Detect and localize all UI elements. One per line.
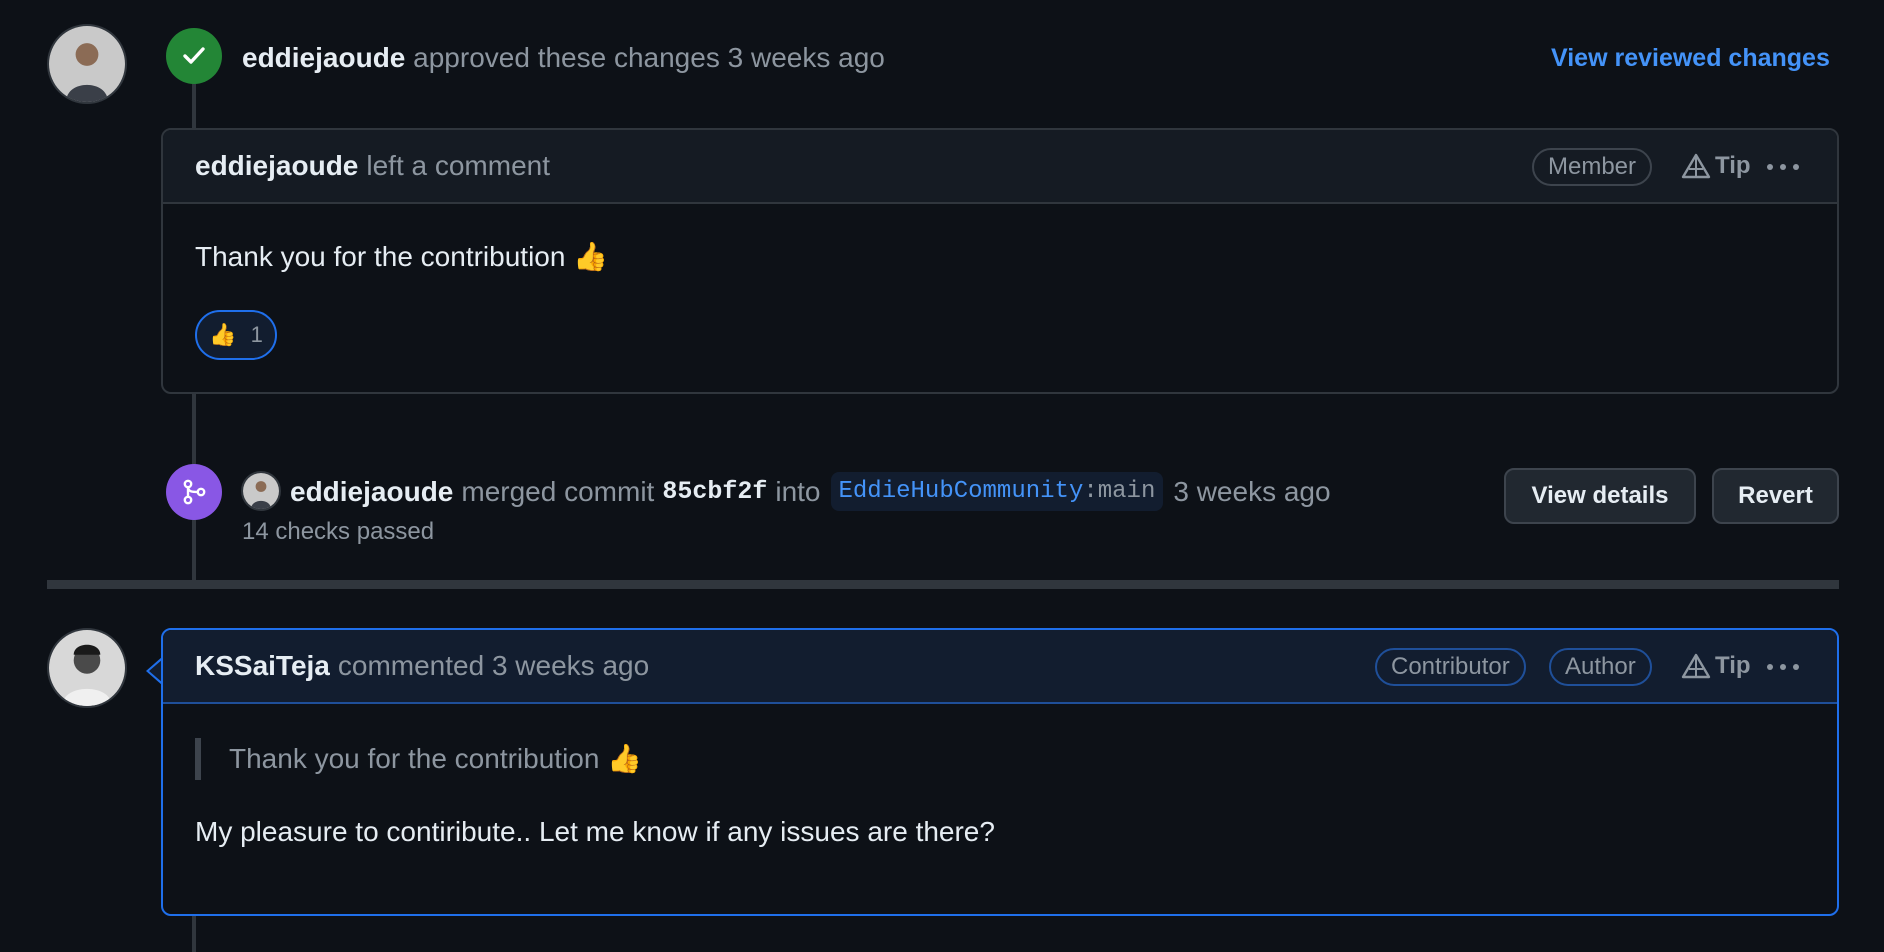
branch-name: main — [1097, 478, 1156, 505]
merge-author[interactable]: eddiejaoude — [290, 476, 453, 508]
comment-options-button[interactable] — [1763, 150, 1803, 184]
comment-header: eddiejaoude left a comment Member Tip — [163, 130, 1837, 204]
timeline-line — [192, 80, 196, 130]
timeline-separator — [47, 580, 1839, 589]
approved-icon — [166, 28, 222, 84]
review-author[interactable]: eddiejaoude — [242, 42, 405, 73]
comment-action: commented 3 weeks ago — [337, 650, 650, 681]
sponsor-tip-icon — [1681, 653, 1711, 679]
commenter-avatar[interactable] — [47, 628, 127, 708]
merged-icon — [166, 464, 222, 520]
review-action: approved these changes — [413, 42, 720, 73]
comment-author[interactable]: eddiejaoude — [195, 150, 358, 182]
merge-summary: eddiejaoude merged commit 85cbf2f into E… — [290, 472, 1331, 511]
tip-label: Tip — [1715, 652, 1751, 679]
author-comment: KSSaiTeja commented 3 weeks ago Contribu… — [161, 628, 1839, 916]
view-details-button[interactable]: View details — [1504, 468, 1696, 524]
merge-time[interactable]: 3 weeks ago — [1173, 476, 1330, 508]
member-badge: Member — [1532, 148, 1653, 186]
branch-sep: : — [1083, 478, 1098, 505]
merger-avatar[interactable] — [241, 471, 281, 511]
timeline-line — [192, 916, 196, 952]
thumbs-up-emoji: 👍 — [209, 322, 237, 347]
merge-action: merged commit — [461, 475, 655, 507]
author-badge: Author — [1549, 648, 1652, 686]
contributor-badge: Contributor — [1375, 648, 1526, 686]
sponsor-tip-icon — [1681, 153, 1711, 179]
branch-repo: EddieHubCommunity — [838, 478, 1084, 505]
comment-action: left a comment — [366, 150, 551, 181]
tip-button[interactable]: Tip — [1681, 648, 1751, 684]
checks-status[interactable]: 14 checks passed — [242, 518, 434, 546]
review-summary: eddiejaoude approved these changes 3 wee… — [242, 42, 885, 74]
review-time[interactable]: 3 weeks ago — [728, 42, 885, 73]
reviewer-avatar[interactable] — [47, 24, 127, 104]
comment-body: Thank you for the contribution 👍 — [195, 241, 609, 272]
comment-body: My pleasure to contiribute.. Let me know… — [195, 816, 995, 847]
quote-bar — [195, 738, 201, 780]
merge-into: into — [775, 475, 821, 507]
commit-sha[interactable]: 85cbf2f — [662, 477, 767, 506]
comment-header: KSSaiTeja commented 3 weeks ago Contribu… — [163, 630, 1837, 704]
review-comment: eddiejaoude left a comment Member Tip Th… — [161, 128, 1839, 394]
comment-options-button[interactable] — [1763, 650, 1803, 684]
branch-label[interactable]: EddieHubCommunity:main — [830, 472, 1164, 511]
revert-button[interactable]: Revert — [1712, 468, 1839, 524]
tip-label: Tip — [1715, 152, 1751, 179]
tip-button[interactable]: Tip — [1681, 148, 1751, 184]
view-reviewed-changes-link[interactable]: View reviewed changes — [1551, 44, 1830, 73]
comment-author[interactable]: KSSaiTeja — [195, 650, 330, 682]
quoted-text: Thank you for the contribution 👍 — [229, 743, 643, 774]
reaction-count: 1 — [250, 322, 263, 347]
reaction-thumbs-up[interactable]: 👍 1 — [195, 310, 277, 360]
